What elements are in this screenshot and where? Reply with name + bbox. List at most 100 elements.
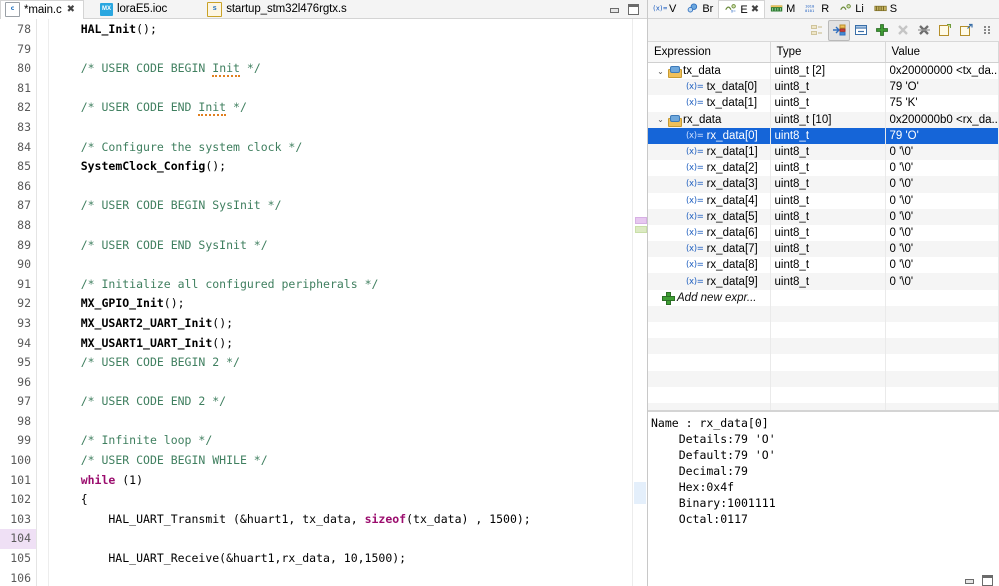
remove-all-expressions-icon[interactable] xyxy=(914,21,934,40)
code-line[interactable] xyxy=(49,255,647,275)
cell-value[interactable]: 0x200000b0 <rx_da.. xyxy=(885,111,999,128)
code-line[interactable] xyxy=(49,412,647,432)
editor-tab-1[interactable]: MX loraE5.ioc xyxy=(96,0,175,18)
expand-all-icon[interactable] xyxy=(828,19,850,41)
code-line[interactable]: /* USER CODE BEGIN 2 */ xyxy=(49,353,647,373)
code-line[interactable] xyxy=(49,529,647,549)
debug-view-tab-v[interactable]: (x)= V xyxy=(648,0,681,18)
editor-tab-0[interactable]: c *main.c ✖ xyxy=(0,0,85,19)
collapse-all-icon[interactable] xyxy=(807,21,827,40)
cell-value[interactable]: 79 'O' xyxy=(885,79,999,96)
code-line[interactable]: /* USER CODE END 2 */ xyxy=(49,392,647,412)
code-line[interactable]: /* USER CODE END SysInit */ xyxy=(49,236,647,256)
table-row[interactable]: (x)= rx_data[6] uint8_t 0 '\0' xyxy=(648,224,999,242)
cell-value[interactable]: 0 '\0' xyxy=(885,176,999,193)
code-line[interactable]: MX_GPIO_Init(); xyxy=(49,294,647,314)
code-line[interactable]: HAL_UART_Receive(&huart1,rx_data, 10,150… xyxy=(49,549,647,569)
debug-view-tab-r[interactable]: 1010 0101 R xyxy=(800,0,834,18)
code-line[interactable]: /* USER CODE BEGIN Init */ xyxy=(49,59,647,79)
code-line[interactable] xyxy=(49,569,647,586)
debug-view-tab-m[interactable]: M xyxy=(765,0,800,18)
table-row[interactable]: (x)= rx_data[2] uint8_t 0 '\0' xyxy=(648,160,999,177)
code-line[interactable]: /* Infinite loop */ xyxy=(49,431,647,451)
cell-expression[interactable]: (x)= rx_data[1] xyxy=(648,143,771,161)
overview-marker-selection[interactable] xyxy=(634,482,646,504)
code-line[interactable]: { xyxy=(49,490,647,510)
cell-value[interactable]: 0 '\0' xyxy=(885,273,999,290)
cell-expression[interactable]: (x)= rx_data[6] xyxy=(648,224,771,242)
close-icon[interactable]: ✖ xyxy=(751,4,759,15)
cell-expression[interactable]: (x)= rx_data[4] xyxy=(648,192,771,209)
code-line[interactable] xyxy=(49,177,647,197)
table-row[interactable]: (x)= rx_data[3] uint8_t 0 '\0' xyxy=(648,176,999,193)
code-line[interactable]: MX_USART1_UART_Init(); xyxy=(49,334,647,354)
table-row[interactable]: ⌄ rx_data uint8_t [10] 0x200000b0 <rx_da.. xyxy=(648,111,999,128)
close-icon[interactable]: ✖ xyxy=(67,4,75,15)
cell-value[interactable]: 79 'O' xyxy=(885,127,999,144)
cell-type[interactable]: uint8_t xyxy=(770,176,886,193)
cell-type[interactable]: uint8_t xyxy=(770,79,886,96)
code-line[interactable]: HAL_UART_Transmit (&huart1, tx_data, siz… xyxy=(49,510,647,530)
cell-expression[interactable]: ⌄ rx_data xyxy=(648,111,771,128)
cell-value[interactable]: 0 '\0' xyxy=(885,208,999,225)
cell-type[interactable]: uint8_t xyxy=(770,208,886,225)
variable-details-pane[interactable]: Name : rx_data[0] Details:79 'O' Default… xyxy=(648,411,999,575)
cell-value[interactable]: 0 '\0' xyxy=(885,160,999,177)
chevron-down-icon[interactable]: ⌄ xyxy=(656,115,665,124)
code-line[interactable]: SystemClock_Config(); xyxy=(49,157,647,177)
cell-value[interactable]: 0 '\0' xyxy=(885,143,999,161)
cell-value[interactable]: 0 '\0' xyxy=(885,241,999,258)
maximize-icon[interactable] xyxy=(628,3,639,15)
folding-margin[interactable]: −− xyxy=(37,19,49,586)
cell-expression[interactable]: (x)= rx_data[0] xyxy=(648,127,771,144)
code-line[interactable] xyxy=(49,40,647,60)
cell-value[interactable]: 75 'K' xyxy=(885,95,999,112)
debug-view-tab-e[interactable]: x= E ✖ xyxy=(718,0,766,18)
code-line[interactable]: /* Configure the system clock */ xyxy=(49,138,647,158)
code-line[interactable] xyxy=(49,216,647,236)
code-line[interactable] xyxy=(49,373,647,393)
minimize-icon[interactable] xyxy=(609,4,620,15)
chevron-down-icon[interactable]: ⌄ xyxy=(656,67,665,76)
table-row[interactable]: (x)= tx_data[0] uint8_t 79 'O' xyxy=(648,79,999,96)
maximize-icon[interactable] xyxy=(982,575,993,586)
table-row[interactable]: (x)= rx_data[4] uint8_t 0 '\0' xyxy=(648,192,999,209)
cell-expression[interactable]: (x)= tx_data[0] xyxy=(648,79,771,96)
remove-expression-icon[interactable] xyxy=(893,21,913,40)
code-line[interactable]: /* USER CODE BEGIN SysInit */ xyxy=(49,196,647,216)
view-menu-icon[interactable] xyxy=(977,21,997,40)
cell-type[interactable]: uint8_t xyxy=(770,192,886,209)
overview-marker-exec[interactable] xyxy=(635,226,647,233)
table-row[interactable]: (x)= rx_data[0] uint8_t 79 'O' xyxy=(648,127,999,144)
cell-expression[interactable]: (x)= rx_data[7] xyxy=(648,241,771,258)
table-row[interactable]: (x)= tx_data[1] uint8_t 75 'K' xyxy=(648,95,999,112)
cell-expression[interactable]: (x)= rx_data[9] xyxy=(648,273,771,290)
cell-expression[interactable]: (x)= rx_data[8] xyxy=(648,257,771,274)
code-line[interactable] xyxy=(49,79,647,99)
cell-type[interactable]: uint8_t xyxy=(770,95,886,112)
cell-value[interactable]: 0x20000000 <tx_da.. xyxy=(885,62,999,80)
code-line[interactable] xyxy=(49,118,647,138)
overview-marker-change[interactable] xyxy=(635,217,647,224)
cell-value[interactable]: 0 '\0' xyxy=(885,224,999,242)
code-line[interactable]: MX_USART2_UART_Init(); xyxy=(49,314,647,334)
column-header-type[interactable]: Type xyxy=(770,42,886,63)
cell-add-new[interactable]: Add new expr... xyxy=(648,289,771,306)
table-row[interactable]: (x)= rx_data[8] uint8_t 0 '\0' xyxy=(648,257,999,274)
cell-type[interactable]: uint8_t xyxy=(770,143,886,161)
cell-expression[interactable]: (x)= tx_data[1] xyxy=(648,95,771,112)
table-row[interactable]: ⌄ tx_data uint8_t [2] 0x20000000 <tx_da.. xyxy=(648,62,999,80)
cell-type[interactable]: uint8_t [10] xyxy=(770,111,886,128)
code-area[interactable]: 78 79 80 81 82 83 84 85 86 87 88 89 90 91 92 93 94 95 96 97… xyxy=(0,19,647,586)
expressions-table-container[interactable]: Expression Type Value ⌄ tx_data uint8_t [2… xyxy=(648,42,999,411)
debug-view-tab-s[interactable]: S xyxy=(869,0,902,18)
table-row[interactable]: (x)= rx_data[7] uint8_t 0 '\0' xyxy=(648,241,999,258)
cell-expression[interactable]: (x)= rx_data[3] xyxy=(648,176,771,193)
cell-expression[interactable]: (x)= rx_data[2] xyxy=(648,160,771,177)
cell-value[interactable]: 0 '\0' xyxy=(885,257,999,274)
new-watchpoint-icon[interactable] xyxy=(935,21,955,40)
column-header-expression[interactable]: Expression xyxy=(648,42,771,63)
table-row[interactable]: (x)= rx_data[1] uint8_t 0 '\0' xyxy=(648,143,999,161)
edit-expression-icon[interactable] xyxy=(956,21,976,40)
source-code[interactable]: HAL_Init(); /* USER CODE BEGIN Init */ /… xyxy=(49,19,647,586)
